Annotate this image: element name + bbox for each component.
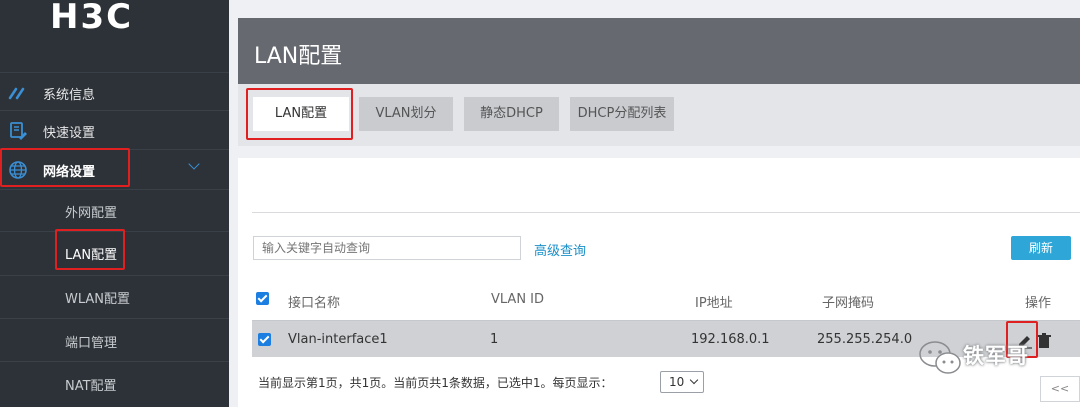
row-checkbox[interactable] bbox=[258, 333, 271, 346]
highlight-box bbox=[246, 88, 353, 140]
select-all-checkbox[interactable] bbox=[256, 292, 269, 305]
gauge-icon bbox=[7, 82, 29, 104]
divider bbox=[0, 72, 229, 73]
sidebar-subitem-ports[interactable]: 端口管理 bbox=[0, 320, 229, 360]
sidebar-subitem-wlan[interactable]: WLAN配置 bbox=[0, 276, 229, 316]
highlight-box bbox=[55, 229, 125, 270]
column-header-vlan-id: VLAN ID bbox=[491, 292, 545, 307]
tab-vlan[interactable]: VLAN划分 bbox=[359, 97, 453, 131]
divider bbox=[0, 110, 229, 111]
page-size-select[interactable]: 10 bbox=[660, 371, 704, 393]
logo-text: H3C bbox=[50, 0, 134, 37]
column-header-name: 接口名称 bbox=[288, 296, 341, 311]
sidebar-subitem-label: 外网配置 bbox=[65, 206, 118, 221]
sidebar-item-label: 快速设置 bbox=[43, 125, 96, 141]
tab-static-dhcp[interactable]: 静态DHCP bbox=[464, 97, 559, 131]
sidebar-item-quick-setup[interactable]: 快速设置 bbox=[0, 112, 229, 150]
cell-vlan-id: 1 bbox=[490, 332, 499, 347]
divider bbox=[252, 212, 1080, 213]
page-title: LAN配置 bbox=[254, 44, 343, 69]
sidebar-item-label: 系统信息 bbox=[43, 87, 96, 103]
divider bbox=[0, 318, 229, 319]
sidebar: H3C 系统信息 快速设置 网络设置 外网配置 LAN配置 WLAN配置 端口管… bbox=[0, 0, 229, 407]
chevron-down-icon bbox=[689, 375, 699, 385]
advanced-query-link[interactable]: 高级查询 bbox=[534, 240, 586, 259]
cell-interface-name: Vlan-interface1 bbox=[288, 332, 388, 347]
wechat-icon bbox=[919, 341, 961, 374]
divider bbox=[0, 361, 229, 362]
cell-ip: 192.168.0.1 bbox=[691, 332, 770, 347]
highlight-box bbox=[0, 148, 130, 187]
tab-dhcp-list[interactable]: DHCP分配列表 bbox=[570, 97, 674, 131]
column-header-actions: 操作 bbox=[1025, 296, 1052, 311]
sidebar-subitem-wan[interactable]: 外网配置 bbox=[0, 190, 229, 230]
sidebar-subitem-label: WLAN配置 bbox=[65, 292, 131, 307]
h3c-logo: H3C bbox=[50, 0, 168, 37]
refresh-button[interactable]: 刷新 bbox=[1011, 236, 1071, 260]
sidebar-item-system-info[interactable]: 系统信息 bbox=[0, 74, 229, 112]
column-header-mask: 子网掩码 bbox=[822, 296, 875, 311]
cell-mask: 255.255.254.0 bbox=[817, 332, 913, 347]
column-header-ip: IP地址 bbox=[695, 296, 733, 311]
wizard-icon bbox=[7, 120, 29, 142]
watermark-text: 铁军哥 bbox=[963, 344, 1029, 368]
search-input[interactable] bbox=[253, 236, 521, 260]
sidebar-subitem-label: NAT配置 bbox=[65, 379, 117, 394]
sidebar-subitem-label: 端口管理 bbox=[65, 336, 118, 351]
pagination-summary: 当前显示第1页，共1页。当前页共1条数据，已选中1。每页显示： bbox=[258, 376, 613, 390]
prev-page-button[interactable]: << bbox=[1040, 376, 1080, 402]
page-header bbox=[238, 18, 1080, 84]
page-size-value: 10 bbox=[669, 375, 685, 389]
sidebar-subitem-nat[interactable]: NAT配置 bbox=[0, 363, 229, 403]
